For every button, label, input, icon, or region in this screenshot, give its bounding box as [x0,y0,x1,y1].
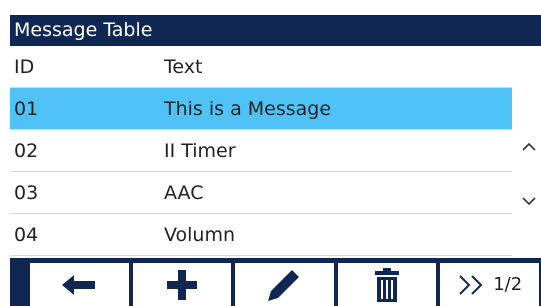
row-id: 04 [14,224,39,246]
table-row[interactable]: 01 This is a Message [10,88,512,130]
row-id: 01 [14,98,39,120]
chevron-down-icon [522,197,536,206]
table-header-row: ID Text [10,46,512,88]
row-text: Volumn [164,224,236,246]
message-table: ID Text 01 This is a Message 02 II Timer… [10,46,512,256]
pencil-icon [268,269,300,301]
row-id: 02 [14,140,39,162]
trash-icon [375,267,400,302]
chevron-up-icon [522,142,536,151]
scroll-up-button[interactable] [518,136,540,158]
plus-icon [166,269,197,300]
toolbar: 1/2 [10,258,541,306]
next-page-icon [459,274,483,295]
row-text: This is a Message [164,98,332,120]
add-button[interactable] [132,263,232,306]
edit-button[interactable] [235,263,334,306]
back-button[interactable] [30,263,129,306]
next-page-button[interactable]: 1/2 [440,263,539,306]
delete-button[interactable] [337,263,437,306]
scroll-down-button[interactable] [518,190,540,212]
page-title: Message Table [10,15,541,46]
table-row[interactable]: 02 II Timer [10,130,512,172]
page-indicator: 1/2 [493,274,523,295]
row-id: 03 [14,182,39,204]
cut-off-text [10,0,541,5]
table-row[interactable]: 03 AAC [10,172,512,214]
row-text: II Timer [164,140,236,162]
column-header-id: ID [14,56,35,78]
back-arrow-icon [62,274,96,295]
table-row[interactable]: 04 Volumn [10,214,512,256]
row-text: AAC [164,182,204,204]
column-header-text: Text [164,56,203,78]
